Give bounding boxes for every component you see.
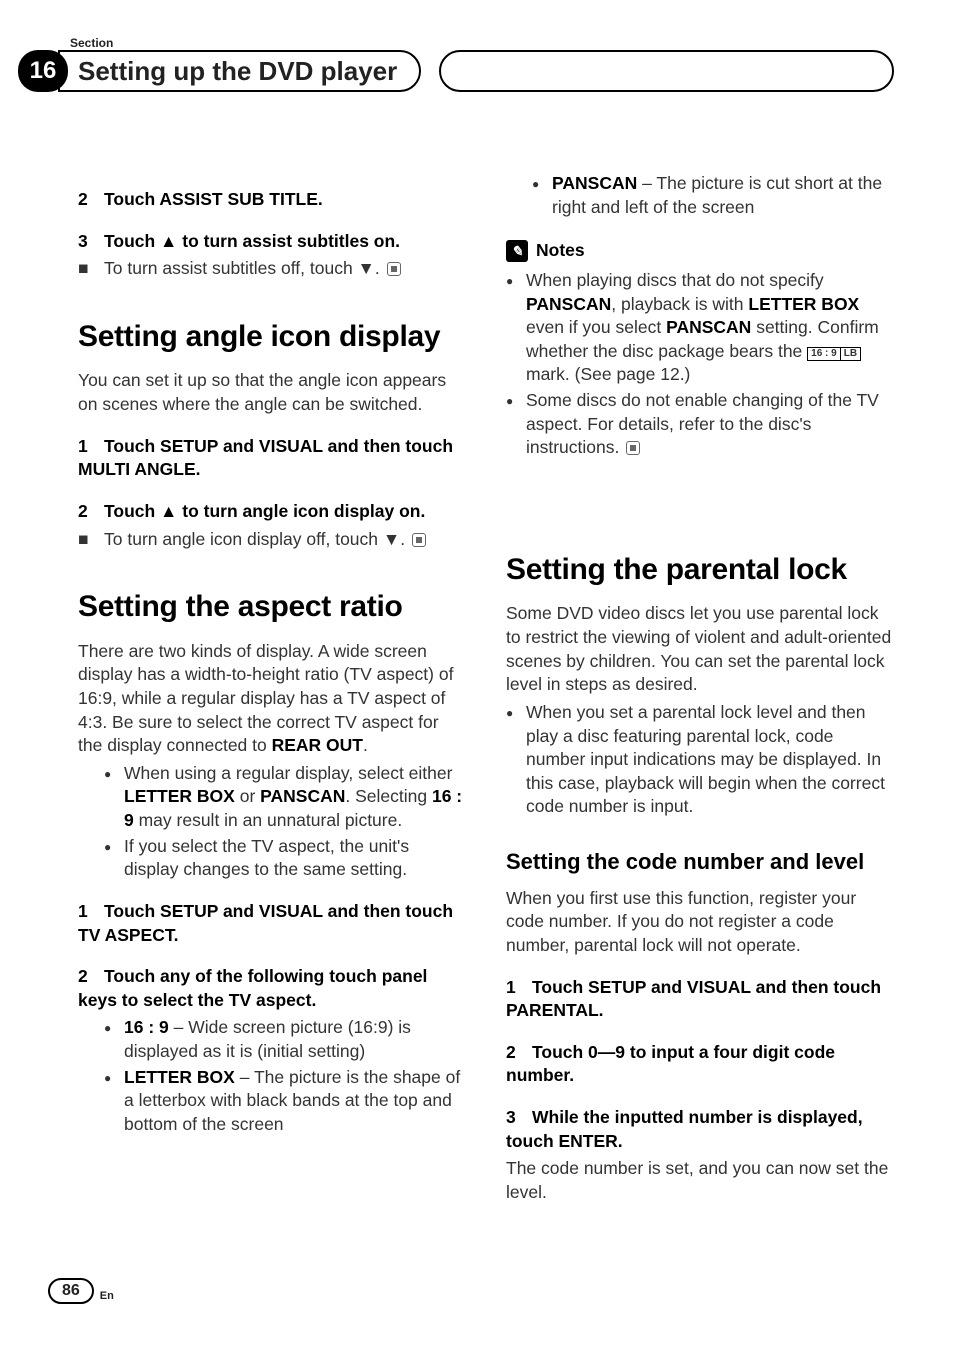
subheading-code: Setting the code number and level xyxy=(506,847,894,877)
step: 2Touch ASSIST SUB TITLE. xyxy=(78,188,466,212)
step: 2Touch ▲ to turn angle icon display on. xyxy=(78,500,466,524)
option-list: ● 16 : 9 – Wide screen picture (16:9) is… xyxy=(78,1016,466,1136)
step-number: 3 xyxy=(78,230,104,254)
step-text: Touch ASSIST SUB TITLE. xyxy=(104,189,323,209)
paragraph: Some DVD video discs let you use parenta… xyxy=(506,602,894,697)
bullet-icon: ● xyxy=(506,389,526,460)
end-of-section-icon xyxy=(626,441,640,455)
step-number: 2 xyxy=(78,188,104,212)
chapter-title: Setting up the DVD player xyxy=(58,50,421,92)
page-language: En xyxy=(100,1290,114,1304)
step-text: Touch ▲ to turn assist subtitles on. xyxy=(104,231,400,251)
sub-point: ■ To turn angle icon display off, touch … xyxy=(78,528,466,552)
notes-list: ● When playing discs that do not specify… xyxy=(506,269,894,460)
step-text: Touch 0—9 to input a four digit code num… xyxy=(506,1042,835,1086)
step: 1Touch SETUP and VISUAL and then touch P… xyxy=(506,976,894,1023)
bullet-icon: ● xyxy=(104,762,124,833)
step-number: 1 xyxy=(78,900,104,924)
bullet-icon: ■ xyxy=(78,257,104,281)
bullet-list: ● When using a regular display, select e… xyxy=(78,762,466,882)
step-number: 2 xyxy=(78,500,104,524)
heading-angle: Setting angle icon display xyxy=(78,317,466,358)
step-text: While the inputted number is displayed, … xyxy=(506,1107,863,1151)
paragraph: The code number is set, and you can now … xyxy=(506,1157,894,1204)
left-column: 2Touch ASSIST SUB TITLE. 3Touch ▲ to tur… xyxy=(78,170,466,1272)
bullet-icon: ● xyxy=(104,1016,124,1063)
chapter-number-badge: 16 xyxy=(18,50,68,92)
step: 3Touch ▲ to turn assist subtitles on. xyxy=(78,230,466,254)
step-text: Touch any of the following touch panel k… xyxy=(78,966,427,1010)
paragraph: You can set it up so that the angle icon… xyxy=(78,369,466,416)
step-number: 1 xyxy=(78,435,104,459)
step: 1Touch SETUP and VISUAL and then touch M… xyxy=(78,435,466,482)
list-item: ● When using a regular display, select e… xyxy=(78,762,466,833)
paragraph: When you first use this function, regist… xyxy=(506,887,894,958)
page-number: 86 xyxy=(48,1278,94,1304)
content-area: 2Touch ASSIST SUB TITLE. 3Touch ▲ to tur… xyxy=(78,170,894,1272)
page-footer: 86 En xyxy=(48,1278,114,1304)
list-item: ● When you set a parental lock level and… xyxy=(506,701,894,819)
step-number: 1 xyxy=(506,976,532,1000)
step-number: 3 xyxy=(506,1106,532,1130)
step: 1Touch SETUP and VISUAL and then touch T… xyxy=(78,900,466,947)
header-decoration xyxy=(439,50,894,92)
notes-label: Notes xyxy=(536,239,585,263)
bullet-icon: ● xyxy=(506,269,526,387)
bullet-list: ● When you set a parental lock level and… xyxy=(506,701,894,819)
list-item: ● Some discs do not enable changing of t… xyxy=(506,389,894,460)
list-item: ● 16 : 9 – Wide screen picture (16:9) is… xyxy=(78,1016,466,1063)
list-item: ● PANSCAN – The picture is cut short at … xyxy=(506,172,894,219)
notes-heading: ✎ Notes xyxy=(506,239,894,263)
list-item: ● When playing discs that do not specify… xyxy=(506,269,894,387)
option-list: ● PANSCAN – The picture is cut short at … xyxy=(506,172,894,219)
step: 2Touch 0—9 to input a four digit code nu… xyxy=(506,1041,894,1088)
sub-point-text: To turn angle icon display off, touch ▼. xyxy=(104,529,405,549)
sub-point: ■ To turn assist subtitles off, touch ▼. xyxy=(78,257,466,281)
step: 2Touch any of the following touch panel … xyxy=(78,965,466,1012)
step: 3While the inputted number is displayed,… xyxy=(506,1106,894,1153)
bullet-icon: ■ xyxy=(78,528,104,552)
step-number: 2 xyxy=(506,1041,532,1065)
sub-point-text: To turn assist subtitles off, touch ▼. xyxy=(104,258,380,278)
end-of-section-icon xyxy=(412,533,426,547)
list-item: ● LETTER BOX – The picture is the shape … xyxy=(78,1066,466,1137)
bullet-icon: ● xyxy=(104,835,124,882)
aspect-mark-icon: 16 : 9LB xyxy=(807,347,861,361)
notes-icon: ✎ xyxy=(506,240,528,262)
paragraph: There are two kinds of display. A wide s… xyxy=(78,640,466,758)
bullet-icon: ● xyxy=(506,701,526,819)
right-column: ● PANSCAN – The picture is cut short at … xyxy=(506,170,894,1272)
step-number: 2 xyxy=(78,965,104,989)
bullet-icon: ● xyxy=(104,1066,124,1137)
section-label: Section xyxy=(70,36,113,50)
list-item: ● If you select the TV aspect, the unit'… xyxy=(78,835,466,882)
step-text: Touch SETUP and VISUAL and then touch PA… xyxy=(506,977,881,1021)
heading-aspect: Setting the aspect ratio xyxy=(78,587,466,628)
step-text: Touch SETUP and VISUAL and then touch MU… xyxy=(78,436,453,480)
page-header: 16 Setting up the DVD player xyxy=(18,50,894,92)
heading-parental: Setting the parental lock xyxy=(506,550,894,591)
step-text: Touch SETUP and VISUAL and then touch TV… xyxy=(78,901,453,945)
bullet-icon: ● xyxy=(532,172,552,219)
step-text: Touch ▲ to turn angle icon display on. xyxy=(104,501,425,521)
end-of-section-icon xyxy=(387,262,401,276)
